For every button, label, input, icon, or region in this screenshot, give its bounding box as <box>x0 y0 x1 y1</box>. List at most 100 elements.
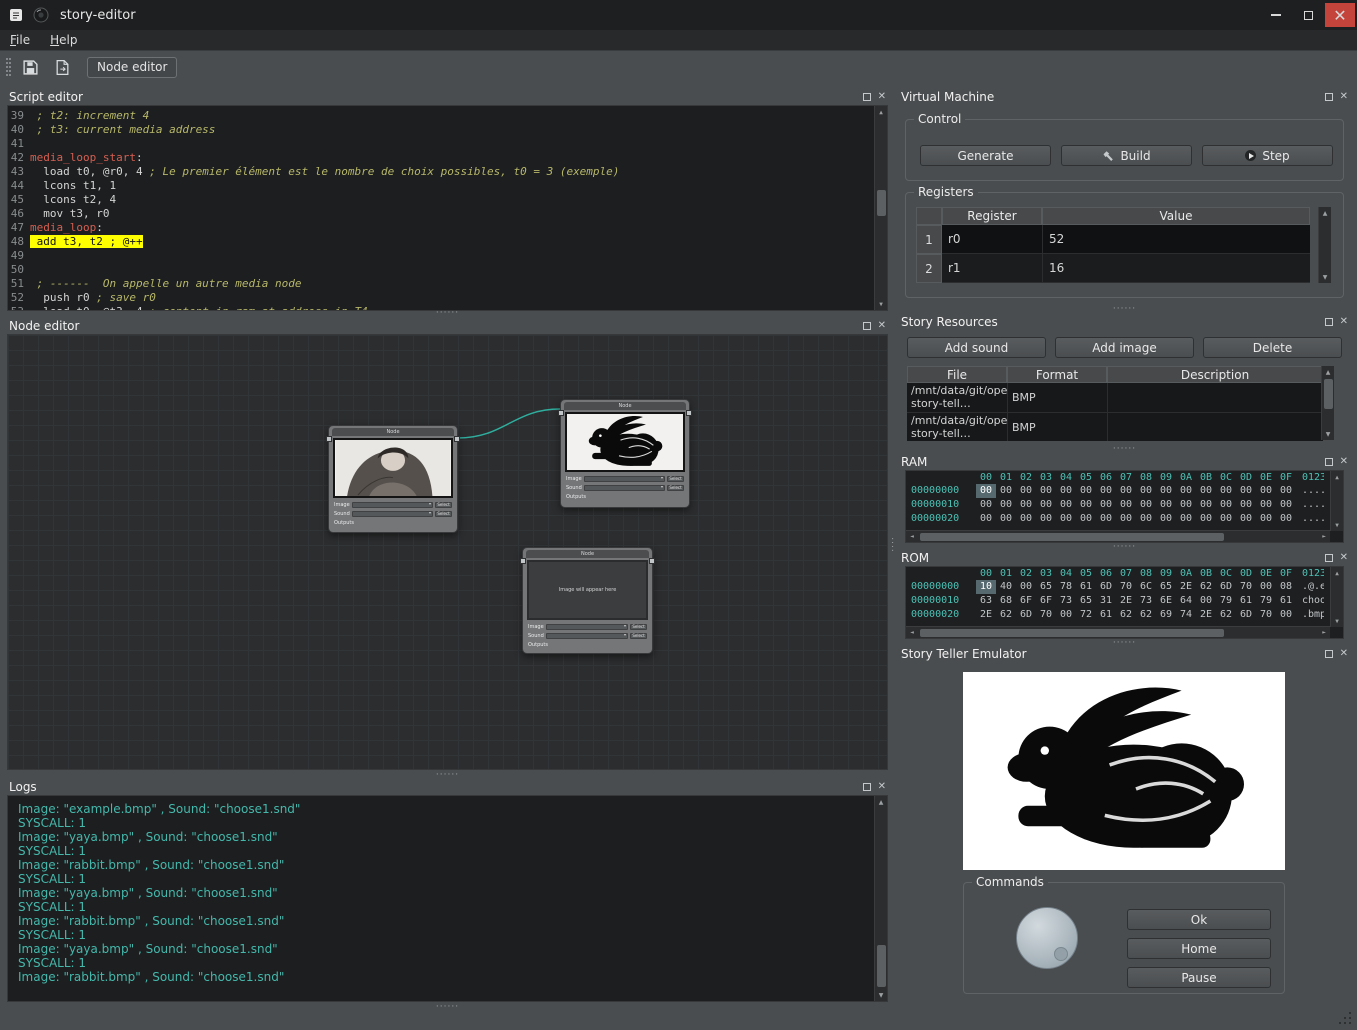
float-icon[interactable] <box>1325 318 1333 326</box>
hex-byte[interactable]: 61 <box>1096 608 1116 622</box>
scroll-left-icon[interactable]: ◄ <box>906 629 918 636</box>
hex-byte[interactable]: 00 <box>1196 512 1216 526</box>
media-node[interactable]: Node ImageSelect SoundSelect Outputs <box>328 425 458 533</box>
hex-byte[interactable]: 00 <box>1036 512 1056 526</box>
input-port[interactable] <box>520 558 526 564</box>
scrollbar-thumb[interactable] <box>920 533 1224 541</box>
hex-byte[interactable]: 00 <box>1136 484 1156 498</box>
ok-button[interactable]: Ok <box>1127 909 1271 930</box>
resources-table[interactable]: File Format Description /mnt/data/git/op… <box>907 366 1323 441</box>
wheel-knob[interactable] <box>1016 907 1078 969</box>
float-icon[interactable] <box>1325 650 1333 658</box>
hex-byte[interactable]: 70 <box>1036 608 1056 622</box>
scroll-left-icon[interactable]: ◄ <box>906 533 918 540</box>
hex-byte[interactable]: 65 <box>1156 580 1176 594</box>
hex-byte[interactable]: 69 <box>1156 608 1176 622</box>
hex-byte[interactable]: 00 <box>1216 484 1236 498</box>
hex-byte[interactable]: 6F <box>1036 594 1056 608</box>
close-icon[interactable]: ✕ <box>1340 649 1348 659</box>
logs-titlebar[interactable]: Logs ✕ <box>5 778 890 795</box>
scroll-down-icon[interactable]: ▼ <box>875 298 887 310</box>
hex-byte[interactable]: 00 <box>1156 498 1176 512</box>
hex-byte[interactable]: 00 <box>1276 484 1296 498</box>
hex-byte[interactable]: 00 <box>1016 484 1036 498</box>
hex-byte[interactable]: 62 <box>1196 580 1216 594</box>
splitter-handle[interactable] <box>897 306 1352 312</box>
hex-row[interactable]: 0000001063686F6F7365312E736E640079617961… <box>906 594 1343 608</box>
node-editor-toggle-button[interactable]: Node editor <box>87 57 177 78</box>
code-line[interactable]: 43 load t0, @r0, 4 ; Le premier élément … <box>8 165 887 179</box>
ram-hex-view[interactable]: 000102030405060708090A0B0C0D0E0F01234567… <box>905 470 1344 543</box>
hex-byte[interactable]: 00 <box>1176 512 1196 526</box>
column-header[interactable]: File <box>907 366 1007 383</box>
hex-byte[interactable]: 00 <box>1076 484 1096 498</box>
image-combo[interactable] <box>546 624 628 630</box>
hex-byte[interactable]: 6D <box>1016 608 1036 622</box>
hex-byte[interactable]: 68 <box>996 594 1016 608</box>
hex-byte[interactable]: 73 <box>1056 594 1076 608</box>
script-editor-titlebar[interactable]: Script editor ✕ <box>5 88 890 105</box>
hex-byte[interactable]: 6C <box>1136 580 1156 594</box>
hex-byte[interactable]: 00 <box>1076 498 1096 512</box>
hex-byte[interactable]: 61 <box>1236 594 1256 608</box>
table-row[interactable]: /mnt/data/git/open-story-tell…BMP <box>907 383 1323 413</box>
column-header[interactable]: Description <box>1107 366 1323 383</box>
hex-byte[interactable]: 00 <box>996 512 1016 526</box>
hex-byte[interactable]: 00 <box>1176 484 1196 498</box>
column-header[interactable]: Format <box>1007 366 1107 383</box>
registers-scrollbar[interactable]: ▲ ▼ <box>1318 207 1331 283</box>
select-sound-button[interactable]: Select <box>630 633 647 639</box>
maximize-button[interactable] <box>1293 3 1323 27</box>
output-port[interactable] <box>454 436 460 442</box>
output-port[interactable] <box>686 410 692 416</box>
image-combo[interactable] <box>352 502 433 508</box>
select-image-button[interactable]: Select <box>667 476 684 482</box>
column-header[interactable]: Value <box>1042 207 1310 225</box>
float-icon[interactable] <box>863 783 871 791</box>
code-line[interactable]: 42media_loop_start: <box>8 151 887 165</box>
scrollbar-thumb[interactable] <box>877 190 886 216</box>
rom-vertical-scrollbar[interactable]: ▲ ▼ <box>1330 567 1343 627</box>
hex-byte[interactable]: 00 <box>1136 512 1156 526</box>
node-editor-titlebar[interactable]: Node editor ✕ <box>5 317 890 334</box>
close-icon[interactable]: ✕ <box>878 782 886 792</box>
column-header[interactable]: Register <box>942 207 1042 225</box>
hex-byte[interactable]: 00 <box>976 484 996 498</box>
hex-byte[interactable]: 00 <box>1156 484 1176 498</box>
scroll-up-icon[interactable]: ▲ <box>1319 207 1331 219</box>
hex-byte[interactable]: 64 <box>1176 594 1196 608</box>
hex-byte[interactable]: 62 <box>1136 608 1156 622</box>
hex-byte[interactable]: 6D <box>1236 608 1256 622</box>
hex-byte[interactable]: 00 <box>1196 484 1216 498</box>
hex-byte[interactable]: 61 <box>1276 594 1296 608</box>
hex-byte[interactable]: 62 <box>1116 608 1136 622</box>
code-line[interactable]: 44 lcons t1, 1 <box>8 179 887 193</box>
scroll-right-icon[interactable]: ► <box>1318 533 1330 540</box>
hex-byte[interactable]: 70 <box>1256 608 1276 622</box>
hex-byte[interactable]: 62 <box>1216 608 1236 622</box>
scrollbar-thumb[interactable] <box>920 629 1224 637</box>
hex-byte[interactable]: 61 <box>1076 580 1096 594</box>
select-sound-button[interactable]: Select <box>667 485 684 491</box>
sound-combo[interactable] <box>546 633 628 639</box>
scrollbar-thumb[interactable] <box>1324 379 1333 409</box>
close-button[interactable]: ✕ <box>1325 3 1355 27</box>
splitter-handle[interactable] <box>5 1004 890 1010</box>
hex-byte[interactable]: 00 <box>1176 498 1196 512</box>
rom-titlebar[interactable]: ROM ✕ <box>897 549 1352 566</box>
close-icon[interactable]: ✕ <box>1340 92 1348 102</box>
hex-byte[interactable]: 00 <box>1216 512 1236 526</box>
hex-byte[interactable]: 00 <box>1036 498 1056 512</box>
hex-byte[interactable]: 70 <box>1236 580 1256 594</box>
hex-row[interactable]: 0000000000000000000000000000000000000000… <box>906 484 1343 498</box>
code-line[interactable]: 49 <box>8 249 887 263</box>
resources-titlebar[interactable]: Story Resources ✕ <box>897 313 1352 330</box>
add-sound-button[interactable]: Add sound <box>907 337 1046 358</box>
hex-byte[interactable]: 72 <box>1076 608 1096 622</box>
hex-byte[interactable]: 00 <box>1236 512 1256 526</box>
hex-byte[interactable]: 00 <box>1016 512 1036 526</box>
hex-byte[interactable]: 78 <box>1056 580 1076 594</box>
menu-item-help[interactable]: Help <box>40 33 87 47</box>
hex-byte[interactable]: 00 <box>976 498 996 512</box>
hex-byte[interactable]: 65 <box>1076 594 1096 608</box>
